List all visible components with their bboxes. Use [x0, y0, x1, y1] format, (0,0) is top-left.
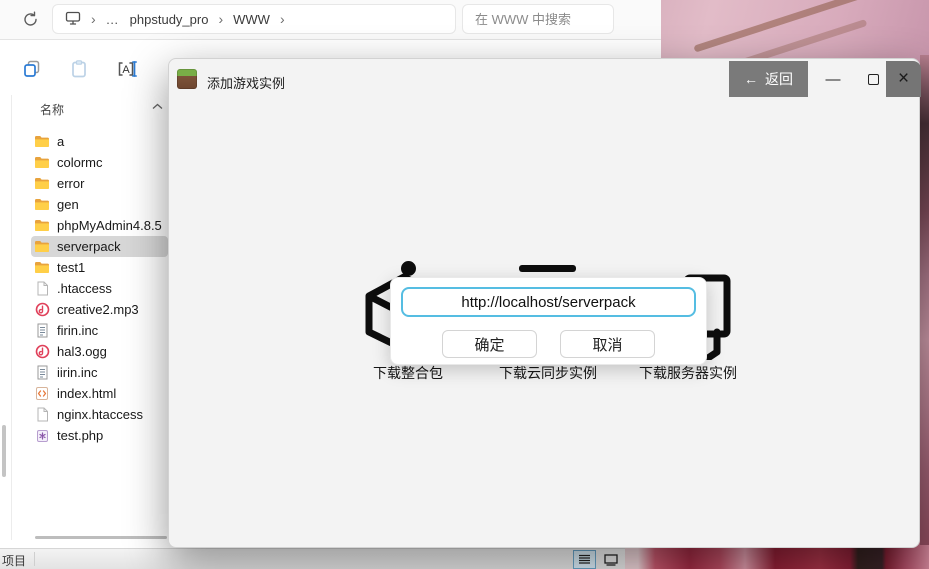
dialog-title: 添加游戏实例 [207, 73, 285, 92]
close-button[interactable]: × [886, 61, 921, 97]
svg-text:A: A [122, 64, 130, 76]
thumbnail-view-button[interactable] [599, 550, 622, 569]
search-box[interactable] [462, 4, 614, 34]
chevron-right-icon: › [91, 11, 96, 27]
maximize-icon [868, 74, 879, 85]
items-count-label: 项目 [2, 552, 26, 569]
file-name: iirin.inc [57, 365, 97, 380]
minimize-icon: — [826, 71, 841, 88]
file-name: test1 [57, 260, 85, 275]
breadcrumb[interactable]: › … phpstudy_pro › WWW › [52, 4, 456, 34]
file-list: a colormc error gen phpMyAdmin4.8.5 serv… [31, 131, 168, 446]
file-row[interactable]: gen [31, 194, 168, 215]
file-row[interactable]: nginx.htaccess [31, 404, 168, 425]
download-cloud-sync-label[interactable]: 下载云同步实例 [478, 363, 618, 383]
file-name: serverpack [57, 239, 121, 254]
horizontal-scrollbar[interactable] [35, 536, 167, 539]
details-view-button[interactable] [573, 550, 596, 569]
status-bar: 项目 [0, 548, 625, 569]
minimize-button[interactable]: — [813, 61, 853, 97]
html-file-icon [34, 386, 50, 402]
chevron-right-icon: › [218, 11, 223, 27]
cloud-sync-icon-top[interactable] [519, 265, 576, 272]
folder-icon [34, 134, 50, 150]
file-row[interactable]: .htaccess [31, 278, 168, 299]
file-name: nginx.htaccess [57, 407, 143, 422]
folder-icon [34, 176, 50, 192]
refresh-icon[interactable] [22, 11, 39, 33]
status-divider [34, 552, 35, 566]
file-name: phpMyAdmin4.8.5 [57, 218, 162, 233]
address-bar-row: › … phpstudy_pro › WWW › [0, 0, 661, 40]
file-row[interactable]: error [31, 173, 168, 194]
file-row[interactable]: test.php [31, 425, 168, 446]
folder-icon [34, 197, 50, 213]
file-name: colormc [57, 155, 103, 170]
file-row[interactable]: creative2.mp3 [31, 299, 168, 320]
search-input[interactable] [475, 12, 601, 27]
php-file-icon [34, 428, 50, 444]
file-row-selected[interactable]: serverpack [31, 236, 168, 257]
back-button[interactable]: ← 返回 [729, 61, 808, 97]
audio-file-icon [34, 344, 50, 360]
ok-button[interactable]: 确定 [442, 330, 537, 358]
file-name: .htaccess [57, 281, 112, 296]
file-name: creative2.mp3 [57, 302, 139, 317]
close-icon: × [898, 68, 909, 90]
url-input[interactable] [401, 287, 696, 317]
copy-icon[interactable] [21, 58, 43, 80]
file-row[interactable]: test1 [31, 257, 168, 278]
file-name: firin.inc [57, 323, 98, 338]
file-row[interactable]: a [31, 131, 168, 152]
sort-ascending-icon[interactable] [152, 97, 163, 115]
minecraft-grass-block-icon [177, 69, 197, 89]
folder-icon [34, 260, 50, 276]
audio-file-icon [34, 302, 50, 318]
file-row[interactable]: firin.inc [31, 320, 168, 341]
url-input-popup: 确定 取消 [390, 277, 707, 365]
file-name: error [57, 176, 84, 191]
folder-icon [34, 239, 50, 255]
blank-file-icon [34, 407, 50, 423]
nav-pane-scrollbar[interactable] [2, 425, 6, 477]
text-file-icon [34, 323, 50, 339]
file-row[interactable]: hal3.ogg [31, 341, 168, 362]
pane-divider [11, 95, 12, 540]
file-name: hal3.ogg [57, 344, 107, 359]
download-modpack-label[interactable]: 下载整合包 [348, 363, 468, 383]
back-button-label: 返回 [765, 69, 793, 89]
file-name: index.html [57, 386, 116, 401]
file-name: gen [57, 197, 79, 212]
folder-icon [34, 218, 50, 234]
file-row[interactable]: index.html [31, 383, 168, 404]
folder-icon [34, 155, 50, 171]
file-row[interactable]: phpMyAdmin4.8.5 [31, 215, 168, 236]
column-header-name[interactable]: 名称 [40, 101, 64, 118]
file-row[interactable]: iirin.inc [31, 362, 168, 383]
back-arrow-icon: ← [744, 71, 758, 87]
file-row[interactable]: colormc [31, 152, 168, 173]
text-file-icon [34, 365, 50, 381]
file-name: test.php [57, 428, 103, 443]
breadcrumb-item-www[interactable]: WWW [233, 12, 270, 27]
modpack-icon-dot [401, 261, 416, 276]
wallpaper-right-strip [920, 55, 929, 545]
download-server-instance-label[interactable]: 下载服务器实例 [618, 363, 758, 383]
breadcrumb-item-phpstudy[interactable]: phpstudy_pro [130, 12, 209, 27]
this-pc-icon[interactable] [65, 11, 81, 28]
blank-file-icon [34, 281, 50, 297]
breadcrumb-ellipsis[interactable]: … [106, 12, 120, 27]
chevron-right-icon: › [280, 11, 285, 27]
rename-icon[interactable]: A [116, 58, 138, 80]
paste-icon[interactable] [68, 58, 90, 80]
cancel-button[interactable]: 取消 [560, 330, 655, 358]
file-name: a [57, 134, 64, 149]
